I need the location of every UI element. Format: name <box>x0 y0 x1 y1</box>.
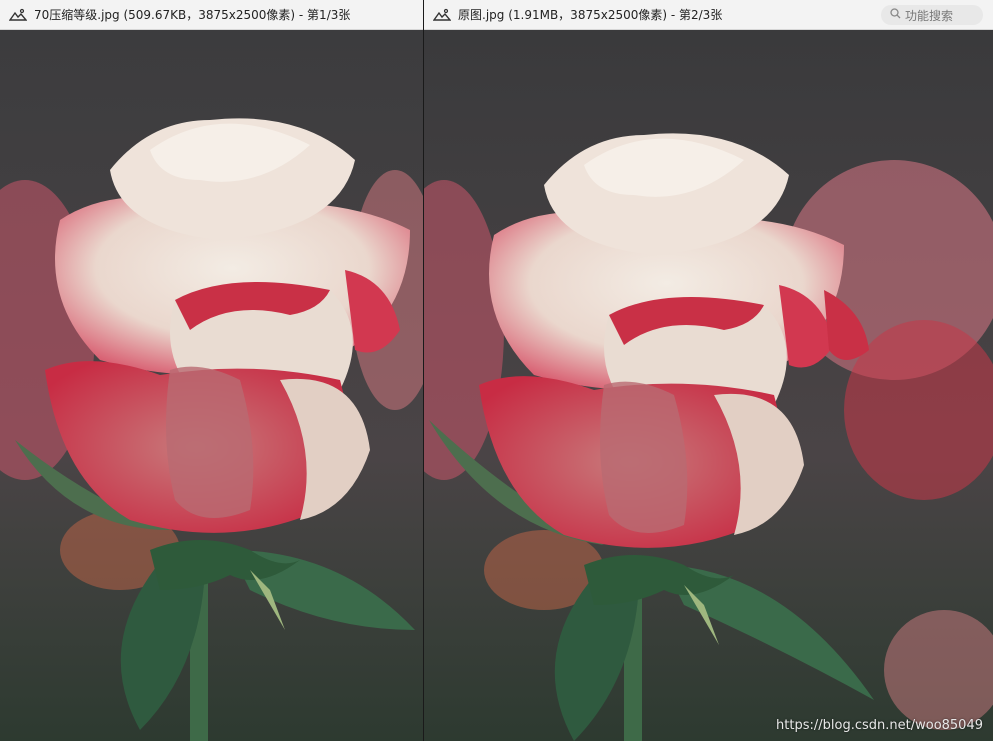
image-icon <box>432 7 452 23</box>
rose-photo-original[interactable] <box>424 30 993 741</box>
search-icon <box>890 8 901 22</box>
left-image-title: 70压缩等级.jpg (509.67KB，3875x2500像素) - 第1/3… <box>34 8 351 22</box>
right-image-pane[interactable]: 原图.jpg (1.91MB，3875x2500像素) - 第2/3张 功能搜索 <box>424 0 993 741</box>
left-titlebar: 70压缩等级.jpg (509.67KB，3875x2500像素) - 第1/3… <box>0 0 423 30</box>
search-placeholder: 功能搜索 <box>905 8 954 23</box>
feature-search-input[interactable]: 功能搜索 <box>881 5 983 25</box>
image-compare-viewer: 70压缩等级.jpg (509.67KB，3875x2500像素) - 第1/3… <box>0 0 993 741</box>
left-image-pane[interactable]: 70压缩等级.jpg (509.67KB，3875x2500像素) - 第1/3… <box>0 0 424 741</box>
right-titlebar: 原图.jpg (1.91MB，3875x2500像素) - 第2/3张 功能搜索 <box>424 0 993 30</box>
image-icon <box>8 7 28 23</box>
watermark-text: https://blog.csdn.net/woo85049 <box>776 718 983 733</box>
right-image-title: 原图.jpg (1.91MB，3875x2500像素) - 第2/3张 <box>458 8 723 22</box>
rose-photo-compressed[interactable] <box>0 30 423 741</box>
